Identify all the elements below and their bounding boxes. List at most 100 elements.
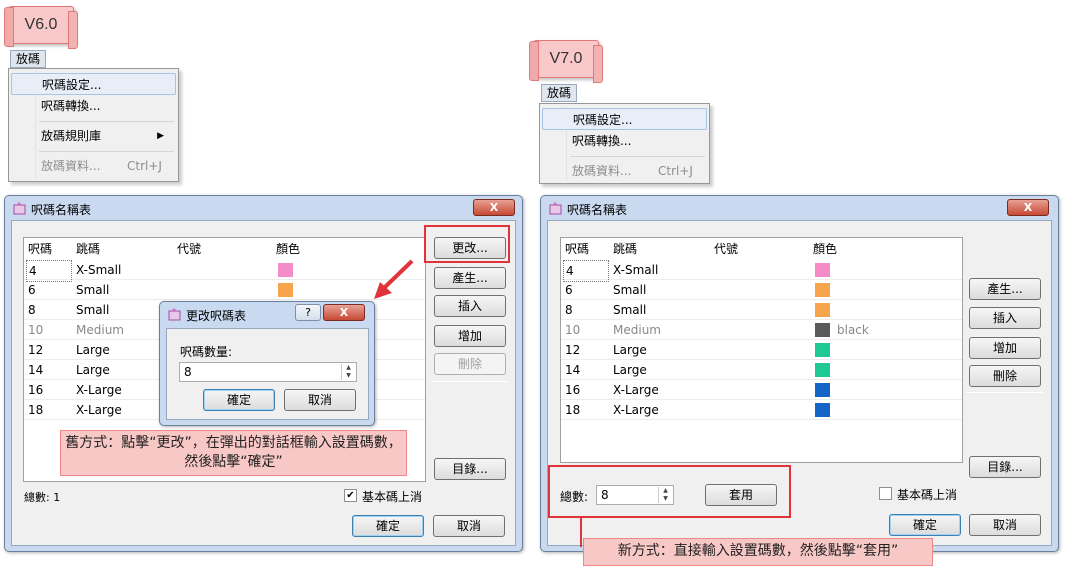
size-count-value: 8 bbox=[184, 365, 192, 379]
color-swatch[interactable] bbox=[815, 363, 830, 377]
size-table-list[interactable]: 呎碼 跳碼 代號 顏色 4 X-Small 6 Small 8 Small 10 Medium… bbox=[560, 237, 963, 463]
ok-button[interactable]: 確定 bbox=[889, 514, 961, 536]
table-row[interactable]: 4 X-Small bbox=[24, 260, 425, 282]
color-swatch[interactable] bbox=[815, 343, 830, 357]
base-size-checkbox-label: 基本碼上消 bbox=[362, 490, 423, 504]
cell-code: Small bbox=[76, 303, 110, 317]
spinner-arrows[interactable]: ▲ ▼ bbox=[341, 364, 355, 380]
base-size-checkbox[interactable] bbox=[879, 487, 892, 500]
button-separator bbox=[967, 392, 1043, 393]
close-button[interactable]: X bbox=[473, 199, 515, 216]
column-header-size[interactable]: 呎碼 bbox=[565, 238, 589, 260]
cell-code: X-Large bbox=[76, 383, 122, 397]
table-row[interactable]: 12 Large bbox=[561, 340, 962, 360]
close-icon: X bbox=[489, 201, 499, 214]
color-swatch[interactable] bbox=[815, 383, 830, 397]
size-count-spinner[interactable]: 8 ▲ ▼ bbox=[179, 362, 357, 382]
down-arrow-icon[interactable]: ▼ bbox=[342, 372, 355, 380]
cell-code: Small bbox=[76, 283, 110, 297]
close-button[interactable]: X bbox=[1007, 199, 1049, 216]
insert-button[interactable]: 插入 bbox=[434, 295, 506, 317]
table-row[interactable]: 4 X-Small bbox=[561, 260, 962, 282]
menu-item-label: 呎碼轉換... bbox=[572, 134, 632, 148]
cancel-button[interactable]: 取消 bbox=[284, 389, 356, 411]
menu-item-size-convert[interactable]: 呎碼轉換... bbox=[11, 95, 176, 117]
highlight-apply-box bbox=[548, 465, 791, 518]
table-row[interactable]: 6 Small bbox=[561, 280, 962, 300]
up-arrow-icon[interactable]: ▲ bbox=[342, 364, 355, 372]
table-row[interactable]: 14 Large bbox=[561, 360, 962, 380]
column-header-size[interactable]: 呎碼 bbox=[28, 238, 52, 260]
cell-size: 18 bbox=[28, 403, 44, 417]
dialog-title: 更改呎碼表 bbox=[186, 309, 247, 323]
menu-item-size-setting[interactable]: 呎碼設定... bbox=[542, 108, 707, 130]
ok-button[interactable]: 確定 bbox=[352, 515, 424, 537]
menu-item-label: 放碼資料... bbox=[572, 164, 632, 178]
help-button[interactable]: ? bbox=[295, 304, 321, 321]
color-swatch[interactable] bbox=[815, 303, 830, 317]
table-row[interactable]: 10 Medium black bbox=[561, 320, 962, 340]
menu-item-grade-rule-library[interactable]: 放碼規則庫 ▶ bbox=[11, 125, 176, 147]
cell-size: 14 bbox=[565, 363, 581, 377]
color-swatch[interactable] bbox=[815, 323, 830, 337]
table-row[interactable]: 18 X-Large bbox=[561, 400, 962, 420]
base-size-checkbox[interactable]: ✔ bbox=[344, 489, 357, 502]
column-header-color[interactable]: 顏色 bbox=[276, 238, 300, 260]
delete-button[interactable]: 刪除 bbox=[969, 365, 1041, 387]
column-header-code[interactable]: 跳碼 bbox=[76, 238, 100, 260]
cell-size: 16 bbox=[28, 383, 44, 397]
catalog-button[interactable]: 目錄... bbox=[969, 456, 1041, 478]
column-header-color[interactable]: 顏色 bbox=[813, 238, 837, 260]
menu-item-label: 呎碼轉換... bbox=[41, 99, 101, 113]
cell-size: 12 bbox=[28, 343, 44, 357]
generate-button[interactable]: 產生... bbox=[969, 278, 1041, 300]
close-button[interactable]: X bbox=[323, 304, 365, 321]
cell-size: 14 bbox=[28, 363, 44, 377]
menu-item-grade-data[interactable]: 放碼資料... Ctrl+J bbox=[11, 155, 176, 177]
app-icon bbox=[168, 308, 181, 321]
generate-button[interactable]: 產生... bbox=[434, 267, 506, 289]
add-button[interactable]: 增加 bbox=[969, 337, 1041, 359]
menu-separator bbox=[39, 121, 174, 122]
cell-size: 6 bbox=[28, 283, 36, 297]
dialog-client: 呎碼數量: 8 ▲ ▼ 確定 取消 bbox=[166, 328, 369, 420]
cancel-button[interactable]: 取消 bbox=[969, 514, 1041, 536]
cell-size: 12 bbox=[565, 343, 581, 357]
menu-separator bbox=[570, 156, 705, 157]
cell-size: 8 bbox=[28, 303, 36, 317]
color-swatch[interactable] bbox=[278, 263, 293, 277]
color-swatch[interactable] bbox=[815, 263, 830, 277]
cell-code: X-Large bbox=[613, 403, 659, 417]
ok-button[interactable]: 確定 bbox=[203, 389, 275, 411]
column-header-alias[interactable]: 代號 bbox=[714, 238, 738, 260]
table-row[interactable]: 6 Small bbox=[24, 280, 425, 300]
table-row[interactable]: 16 X-Large bbox=[561, 380, 962, 400]
grade-menu-button[interactable]: 放碼 bbox=[10, 50, 47, 68]
delete-button[interactable]: 刪除 bbox=[434, 353, 506, 375]
cancel-button[interactable]: 取消 bbox=[433, 515, 505, 537]
menu-shortcut: Ctrl+J bbox=[658, 164, 693, 178]
cell-code: Small bbox=[613, 303, 647, 317]
insert-button[interactable]: 插入 bbox=[969, 307, 1041, 329]
version-label-v7: V7.0 bbox=[529, 40, 603, 83]
menu-item-size-setting[interactable]: 呎碼設定... bbox=[11, 73, 176, 95]
color-swatch[interactable] bbox=[815, 403, 830, 417]
grade-menu: 呎碼設定... 呎碼轉換... 放碼規則庫 ▶ 放碼資料... Ctrl+J bbox=[8, 68, 179, 182]
old-method-note: 舊方式：點擊“更改”，在彈出的對話框輸入設置碼數，然後點擊“確定” bbox=[60, 430, 407, 476]
cell-code: Medium bbox=[613, 323, 661, 337]
menu-item-label: 呎碼設定... bbox=[573, 113, 633, 127]
cell-code: Large bbox=[76, 363, 110, 377]
color-swatch[interactable] bbox=[815, 283, 830, 297]
menu-item-size-convert[interactable]: 呎碼轉換... bbox=[542, 130, 707, 152]
grade-menu-button[interactable]: 放碼 bbox=[541, 84, 578, 102]
catalog-button[interactable]: 目錄... bbox=[434, 458, 506, 480]
submenu-arrow-icon: ▶ bbox=[157, 131, 164, 141]
column-header-alias[interactable]: 代號 bbox=[177, 238, 201, 260]
table-row[interactable]: 8 Small bbox=[561, 300, 962, 320]
column-header-code[interactable]: 跳碼 bbox=[613, 238, 637, 260]
add-button[interactable]: 增加 bbox=[434, 325, 506, 347]
cell-code: Large bbox=[613, 343, 647, 357]
size-count-label: 呎碼數量: bbox=[180, 345, 233, 359]
menu-item-grade-data[interactable]: 放碼資料... Ctrl+J bbox=[542, 160, 707, 182]
color-swatch[interactable] bbox=[278, 283, 293, 297]
